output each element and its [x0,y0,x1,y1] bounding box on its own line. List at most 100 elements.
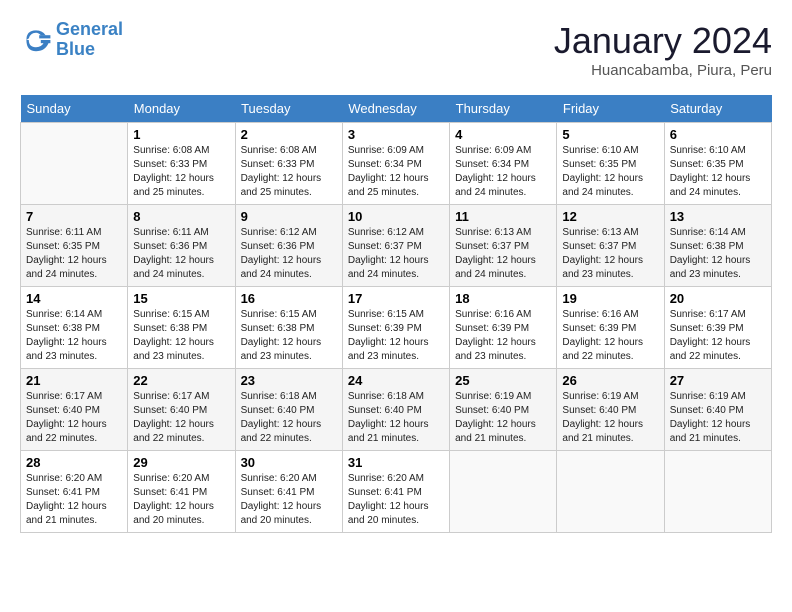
calendar-cell: 26 Sunrise: 6:19 AM Sunset: 6:40 PM Dayli… [557,369,664,451]
calendar-cell: 14 Sunrise: 6:14 AM Sunset: 6:38 PM Dayli… [21,287,128,369]
calendar-cell [450,451,557,533]
day-info: Sunrise: 6:17 AM Sunset: 6:40 PM Dayligh… [133,390,229,446]
calendar-cell: 28Sunrise: 6:20 AM Sunset: 6:41 PM Dayli… [21,451,128,533]
day-number: 24 [348,373,444,388]
calendar-week-row: 21Sunrise: 6:17 AM Sunset: 6:40 PM Dayli… [21,369,772,451]
calendar-cell: 23 Sunrise: 6:18 AM Sunset: 6:40 PM Dayli… [235,369,342,451]
calendar-cell: 6 Sunrise: 6:10 AM Sunset: 6:35 PM Daylig… [664,123,771,205]
day-number: 11 [455,209,551,224]
page-header: General Blue January 2024 Huancabamba, P… [20,20,772,79]
day-number: 25 [455,373,551,388]
day-info: Sunrise: 6:15 AM Sunset: 6:39 PM Dayligh… [348,308,444,364]
col-saturday: Saturday [664,95,771,123]
day-number: 1 [133,127,229,142]
calendar-cell: 2 Sunrise: 6:08 AM Sunset: 6:33 PM Daylig… [235,123,342,205]
day-info: Sunrise: 6:19 AM Sunset: 6:40 PM Dayligh… [455,390,551,446]
day-number: 28 [26,455,122,470]
day-number: 2 [241,127,337,142]
calendar-cell: 4 Sunrise: 6:09 AM Sunset: 6:34 PM Daylig… [450,123,557,205]
calendar-cell: 8 Sunrise: 6:11 AM Sunset: 6:36 PM Daylig… [128,205,235,287]
day-info: Sunrise: 6:16 AM Sunset: 6:39 PM Dayligh… [455,308,551,364]
calendar-cell: 27Sunrise: 6:19 AM Sunset: 6:40 PM Dayli… [664,369,771,451]
calendar-cell: 15 Sunrise: 6:15 AM Sunset: 6:38 PM Dayli… [128,287,235,369]
calendar-cell: 11Sunrise: 6:13 AM Sunset: 6:37 PM Dayli… [450,205,557,287]
day-info: Sunrise: 6:17 AM Sunset: 6:40 PM Dayligh… [26,390,122,446]
day-number: 13 [670,209,766,224]
day-number: 31 [348,455,444,470]
month-title: January 2024 [554,20,772,62]
calendar-cell: 13Sunrise: 6:14 AM Sunset: 6:38 PM Dayli… [664,205,771,287]
location-subtitle: Huancabamba, Piura, Peru [554,62,772,79]
day-info: Sunrise: 6:13 AM Sunset: 6:37 PM Dayligh… [562,226,658,282]
calendar-cell: 21Sunrise: 6:17 AM Sunset: 6:40 PM Dayli… [21,369,128,451]
title-block: January 2024 Huancabamba, Piura, Peru [554,20,772,79]
calendar-cell: 5 Sunrise: 6:10 AM Sunset: 6:35 PM Daylig… [557,123,664,205]
calendar-cell: 7 Sunrise: 6:11 AM Sunset: 6:35 PM Daylig… [21,205,128,287]
day-info: Sunrise: 6:15 AM Sunset: 6:38 PM Dayligh… [241,308,337,364]
day-number: 4 [455,127,551,142]
col-sunday: Sunday [21,95,128,123]
calendar-cell: 20 Sunrise: 6:17 AM Sunset: 6:39 PM Dayli… [664,287,771,369]
day-info: Sunrise: 6:09 AM Sunset: 6:34 PM Dayligh… [348,144,444,200]
day-number: 30 [241,455,337,470]
day-number: 8 [133,209,229,224]
calendar-week-row: 1 Sunrise: 6:08 AM Sunset: 6:33 PM Daylig… [21,123,772,205]
calendar-cell: 22Sunrise: 6:17 AM Sunset: 6:40 PM Dayli… [128,369,235,451]
day-info: Sunrise: 6:20 AM Sunset: 6:41 PM Dayligh… [133,472,229,528]
col-tuesday: Tuesday [235,95,342,123]
day-info: Sunrise: 6:19 AM Sunset: 6:40 PM Dayligh… [562,390,658,446]
day-info: Sunrise: 6:09 AM Sunset: 6:34 PM Dayligh… [455,144,551,200]
day-info: Sunrise: 6:17 AM Sunset: 6:39 PM Dayligh… [670,308,766,364]
col-friday: Friday [557,95,664,123]
day-number: 16 [241,291,337,306]
logo-text: General Blue [56,20,123,60]
calendar-cell: 24 Sunrise: 6:18 AM Sunset: 6:40 PM Dayli… [342,369,449,451]
col-monday: Monday [128,95,235,123]
calendar-cell: 18 Sunrise: 6:16 AM Sunset: 6:39 PM Dayli… [450,287,557,369]
calendar-cell: 1 Sunrise: 6:08 AM Sunset: 6:33 PM Daylig… [128,123,235,205]
day-number: 12 [562,209,658,224]
day-number: 6 [670,127,766,142]
day-info: Sunrise: 6:12 AM Sunset: 6:37 PM Dayligh… [348,226,444,282]
calendar-cell: 19 Sunrise: 6:16 AM Sunset: 6:39 PM Dayli… [557,287,664,369]
day-info: Sunrise: 6:15 AM Sunset: 6:38 PM Dayligh… [133,308,229,364]
day-number: 20 [670,291,766,306]
day-number: 7 [26,209,122,224]
day-number: 18 [455,291,551,306]
calendar-cell [664,451,771,533]
day-info: Sunrise: 6:18 AM Sunset: 6:40 PM Dayligh… [241,390,337,446]
day-number: 5 [562,127,658,142]
day-number: 10 [348,209,444,224]
day-info: Sunrise: 6:20 AM Sunset: 6:41 PM Dayligh… [348,472,444,528]
col-wednesday: Wednesday [342,95,449,123]
day-number: 29 [133,455,229,470]
day-info: Sunrise: 6:14 AM Sunset: 6:38 PM Dayligh… [26,308,122,364]
calendar-cell: 17 Sunrise: 6:15 AM Sunset: 6:39 PM Dayli… [342,287,449,369]
calendar-table: Sunday Monday Tuesday Wednesday Thursday… [20,95,772,533]
calendar-cell: 3 Sunrise: 6:09 AM Sunset: 6:34 PM Daylig… [342,123,449,205]
day-number: 17 [348,291,444,306]
day-info: Sunrise: 6:10 AM Sunset: 6:35 PM Dayligh… [670,144,766,200]
day-info: Sunrise: 6:08 AM Sunset: 6:33 PM Dayligh… [133,144,229,200]
day-info: Sunrise: 6:12 AM Sunset: 6:36 PM Dayligh… [241,226,337,282]
day-info: Sunrise: 6:11 AM Sunset: 6:36 PM Dayligh… [133,226,229,282]
day-info: Sunrise: 6:18 AM Sunset: 6:40 PM Dayligh… [348,390,444,446]
day-info: Sunrise: 6:19 AM Sunset: 6:40 PM Dayligh… [670,390,766,446]
day-info: Sunrise: 6:11 AM Sunset: 6:35 PM Dayligh… [26,226,122,282]
calendar-header-row: Sunday Monday Tuesday Wednesday Thursday… [21,95,772,123]
day-number: 14 [26,291,122,306]
day-info: Sunrise: 6:08 AM Sunset: 6:33 PM Dayligh… [241,144,337,200]
day-number: 23 [241,373,337,388]
day-info: Sunrise: 6:16 AM Sunset: 6:39 PM Dayligh… [562,308,658,364]
calendar-cell: 31 Sunrise: 6:20 AM Sunset: 6:41 PM Dayli… [342,451,449,533]
day-number: 19 [562,291,658,306]
calendar-cell: 25 Sunrise: 6:19 AM Sunset: 6:40 PM Dayli… [450,369,557,451]
day-number: 3 [348,127,444,142]
calendar-cell [557,451,664,533]
calendar-week-row: 28 Sunrise: 6:20 AM Sunset: 6:41 PM Dayli… [21,451,772,533]
calendar-week-row: 14 Sunrise: 6:14 AM Sunset: 6:38 PM Dayli… [21,287,772,369]
day-number: 15 [133,291,229,306]
day-number: 26 [562,373,658,388]
day-info: Sunrise: 6:10 AM Sunset: 6:35 PM Dayligh… [562,144,658,200]
logo-icon [20,24,52,56]
